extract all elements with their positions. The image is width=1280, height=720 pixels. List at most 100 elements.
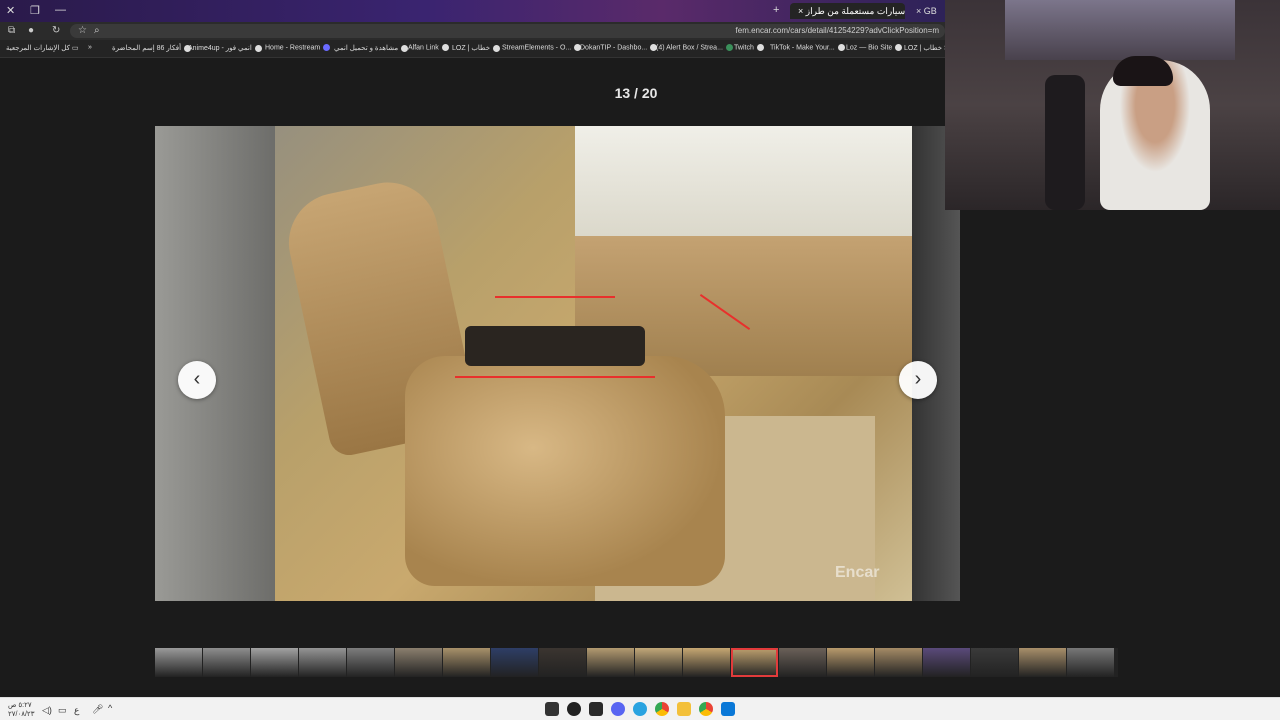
new-tab-button[interactable]: +: [773, 4, 779, 16]
photo-watermark: Encar: [835, 564, 880, 581]
bookmark-item[interactable]: Alfan Link: [408, 44, 449, 51]
thumbnail[interactable]: [587, 648, 634, 677]
input-language[interactable]: ع: [74, 705, 79, 716]
webcam-chair: [1045, 75, 1085, 210]
bookmark-label: Anime4up - انمي فور: [188, 45, 252, 52]
tray-expand-icon[interactable]: ^: [108, 703, 112, 713]
tab-label: GB: [923, 6, 937, 16]
bookmarks-bar: كل الإشارات المرجعية ▭ » أفكار 86 إسم ال…: [0, 40, 952, 58]
thumbnail[interactable]: [251, 648, 298, 677]
bookmark-item[interactable]: Twitch: [734, 44, 764, 51]
thumbnail[interactable]: [299, 648, 346, 677]
ambient-light: [495, 296, 615, 298]
bookmark-label: LOZ | خطاب: [452, 45, 491, 52]
tab-inactive[interactable]: × GB: [908, 3, 945, 19]
bookmark-item[interactable]: Anime4up - انمي فور: [188, 44, 262, 52]
app-icon[interactable]: [589, 702, 603, 716]
thumbnail[interactable]: [971, 648, 1018, 677]
bookmark-item[interactable]: (4) Alert Box / Strea...: [656, 44, 733, 51]
app-icon[interactable]: [545, 702, 559, 716]
restore-window-icon[interactable]: ❐: [30, 4, 40, 17]
chrome-icon[interactable]: [655, 702, 669, 716]
bookmark-label: TikTok - Make Your...: [770, 44, 835, 52]
volume-icon[interactable]: ◁): [42, 705, 52, 716]
car-console: [465, 326, 645, 366]
thumbnail[interactable]: [923, 648, 970, 677]
battery-icon[interactable]: ▭: [58, 705, 67, 716]
extensions-icon[interactable]: ⧉: [8, 25, 15, 36]
bookmark-item[interactable]: أفكار 86 إسم المحاضرة: [112, 44, 192, 52]
thumbnail[interactable]: [779, 648, 826, 677]
tab-active[interactable]: × سيارات مستعملة من طراز (RG3): [790, 3, 905, 19]
thumbnail[interactable]: [731, 648, 778, 677]
thumbnail[interactable]: [395, 648, 442, 677]
thumbnail[interactable]: [491, 648, 538, 677]
url-field[interactable]: fem.encar.com/cars/detail/41254229?advCl…: [70, 24, 945, 38]
bookmark-favicon-icon: [254, 44, 262, 52]
folder-icon[interactable]: [677, 702, 691, 716]
reload-icon[interactable]: ↻: [52, 25, 60, 36]
thumbnail[interactable]: [635, 648, 682, 677]
thumbnail[interactable]: [683, 648, 730, 677]
thumbnail[interactable]: [539, 648, 586, 677]
bookmark-item[interactable]: DokanTIP - Dashbo...: [580, 44, 658, 52]
bookmark-item[interactable]: LOZ | خطاب: [452, 44, 501, 52]
telegram-icon[interactable]: [633, 702, 647, 716]
bookmark-star-icon[interactable]: ☆: [78, 25, 87, 36]
webcam-overlay: [945, 0, 1280, 210]
tab-close-icon[interactable]: ×: [916, 6, 921, 16]
bookmark-favicon-icon: [441, 44, 449, 51]
profile-icon[interactable]: ●: [28, 25, 34, 36]
address-bar-row: ⧉ ● ↻ fem.encar.com/cars/detail/41254229…: [0, 22, 945, 40]
photo-counter: 13 / 20: [614, 85, 658, 101]
taskbar-date[interactable]: ٢٧/٠٨/٢٣: [8, 710, 34, 718]
app-icon[interactable]: [567, 702, 581, 716]
bookmark-label: Twitch: [734, 44, 754, 52]
url-text: fem.encar.com/cars/detail/41254229?advCl…: [735, 26, 939, 35]
tab-label: سيارات مستعملة من طراز (RG3): [805, 6, 905, 16]
taskbar-time[interactable]: ٥:٢٧ ص: [8, 701, 32, 709]
thumbnail[interactable]: [155, 648, 202, 677]
thumbnail[interactable]: [875, 648, 922, 677]
bookmark-label: Loz — Bio Site: [846, 44, 893, 52]
car-door: [155, 126, 275, 601]
webcam-background-light: [1005, 0, 1235, 60]
close-window-icon[interactable]: ✕: [6, 4, 15, 17]
bookmark-label: كل الإشارات المرجعية: [6, 45, 70, 52]
bookmark-label: Home - Restream: [265, 44, 321, 52]
thumbnail[interactable]: [1067, 648, 1114, 677]
bookmark-favicon-icon: [837, 44, 845, 51]
bookmark-item[interactable]: Home - Restream: [265, 44, 331, 52]
bookmark-label: DokanTIP - Dashbo...: [580, 44, 648, 52]
search-icon[interactable]: ⌕: [94, 25, 100, 36]
bookmark-item[interactable]: TikTok - Make Your...: [770, 44, 845, 51]
tab-close-icon[interactable]: ×: [798, 6, 803, 16]
bookmark-label: StreamElements - O...: [502, 44, 572, 52]
bookmark-label: (4) Alert Box / Strea...: [656, 44, 723, 52]
next-photo-button[interactable]: ›: [899, 361, 937, 399]
bookmark-favicon-icon: [725, 44, 733, 51]
minimize-window-icon[interactable]: —: [55, 4, 66, 16]
bookmark-item[interactable]: StreamElements - O...: [502, 44, 582, 52]
thumbnail[interactable]: [203, 648, 250, 677]
bookmark-label: Alfan Link: [408, 44, 439, 52]
prev-photo-button[interactable]: ‹: [178, 361, 216, 399]
windows-start-icon[interactable]: [721, 702, 735, 716]
bookmark-more[interactable]: »: [88, 44, 92, 51]
bookmark-all[interactable]: كل الإشارات المرجعية ▭: [6, 44, 79, 52]
bookmark-favicon-icon: [895, 44, 903, 51]
discord-icon[interactable]: [611, 702, 625, 716]
thumbnail[interactable]: [827, 648, 874, 677]
thumbnail[interactable]: [1019, 648, 1066, 677]
ambient-light: [455, 376, 655, 378]
car-seat: [405, 356, 725, 586]
microphone-icon[interactable]: 🎤︎: [92, 704, 103, 715]
thumbnail[interactable]: [347, 648, 394, 677]
thumbnail[interactable]: [443, 648, 490, 677]
chevron-right-icon: ›: [914, 368, 922, 390]
chrome-icon[interactable]: [699, 702, 713, 716]
car-window: [575, 126, 960, 246]
bookmark-item[interactable]: مشاهدة و تحميل انمي: [334, 44, 409, 52]
bookmark-item[interactable]: Loz — Bio Site: [846, 44, 903, 52]
chevron-left-icon: ‹: [193, 368, 201, 390]
